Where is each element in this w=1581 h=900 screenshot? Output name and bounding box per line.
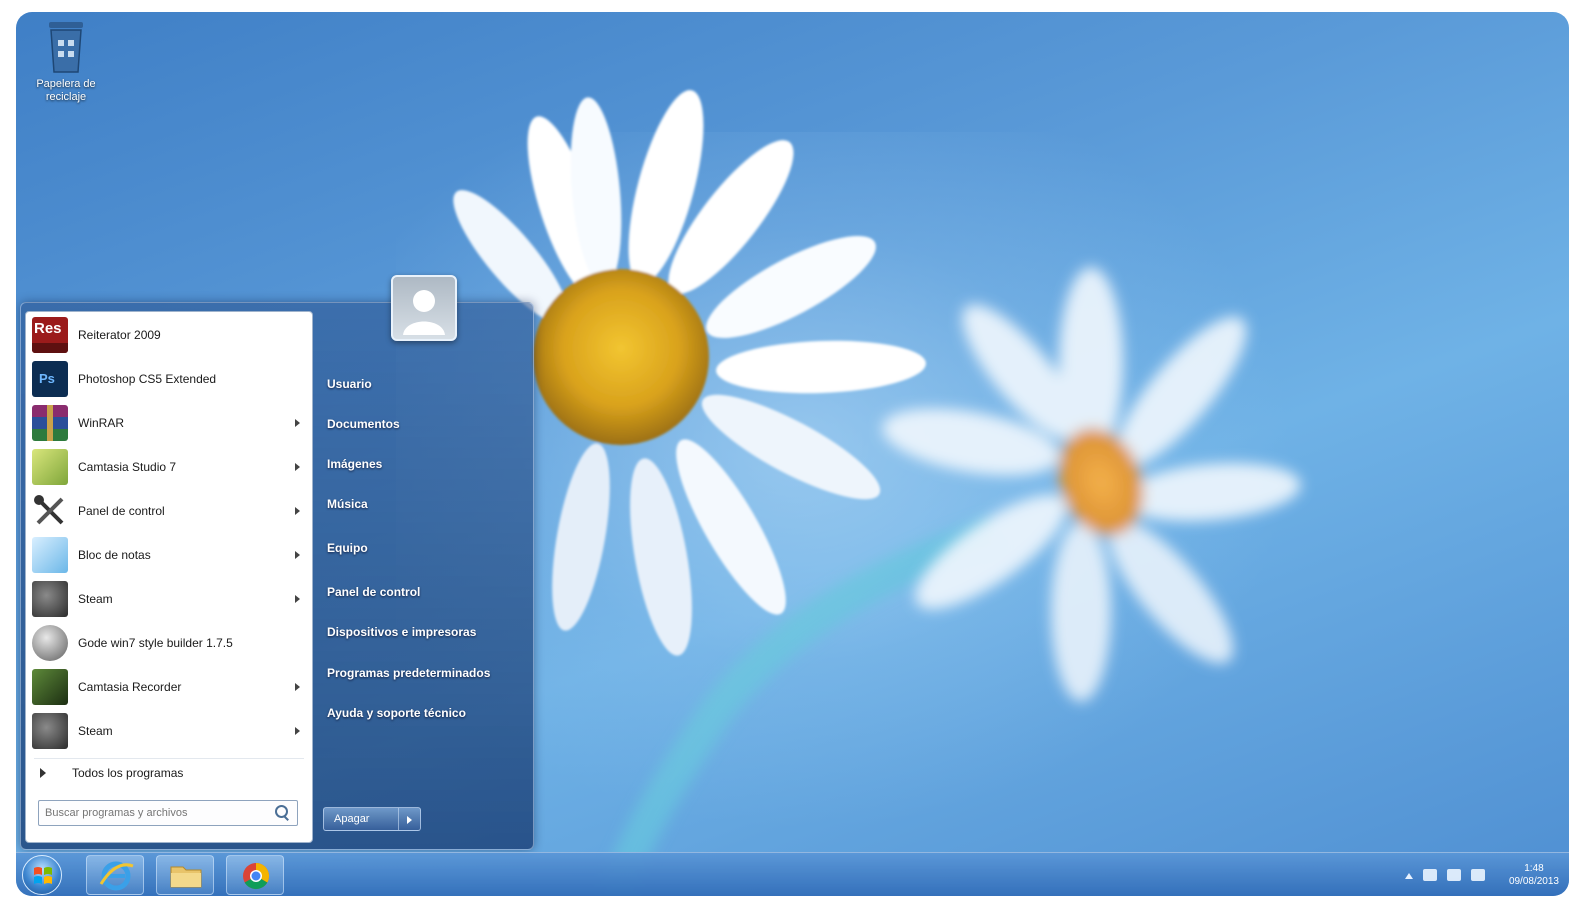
- program-label: Camtasia Studio 7: [78, 460, 177, 474]
- program-label: Panel de control: [78, 504, 165, 518]
- recycle-bin-shortcut[interactable]: Papelera de reciclaje: [26, 18, 106, 104]
- program-item[interactable]: Gode win7 style builder 1.7.5: [28, 622, 312, 664]
- clock[interactable]: 1:48 09/08/2013: [1509, 862, 1559, 888]
- program-label: Steam: [78, 592, 113, 606]
- submenu-arrow-icon: [295, 595, 300, 603]
- camtasia-studio-icon: [32, 449, 68, 485]
- program-item[interactable]: Panel de control: [28, 490, 312, 532]
- steam-icon: [32, 713, 68, 749]
- program-item[interactable]: Camtasia Studio 7: [28, 446, 312, 488]
- program-item[interactable]: Res Reiterator 2009: [28, 314, 312, 356]
- program-label: Photoshop CS5 Extended: [78, 372, 217, 386]
- all-programs-button[interactable]: Todos los programas: [34, 758, 304, 786]
- taskbar-chrome[interactable]: [226, 855, 284, 895]
- chrome-icon: [243, 862, 270, 890]
- shutdown-label: Apagar: [334, 813, 370, 825]
- program-label: WinRAR: [78, 416, 125, 430]
- right-link-documents[interactable]: Documentos: [327, 417, 400, 431]
- program-label: Bloc de notas: [78, 548, 151, 562]
- right-link-computer[interactable]: Equipo: [327, 541, 368, 555]
- program-item[interactable]: Ps Photoshop CS5 Extended: [28, 358, 312, 400]
- start-menu: Res Reiterator 2009 Ps Photoshop CS5 Ext…: [20, 275, 534, 850]
- shutdown-button[interactable]: Apagar: [323, 807, 421, 831]
- search-icon[interactable]: [271, 802, 293, 824]
- volume-icon[interactable]: [1470, 869, 1485, 881]
- submenu-arrow-icon: [295, 419, 300, 427]
- right-link-music[interactable]: Música: [327, 497, 368, 511]
- search-input[interactable]: [39, 807, 271, 819]
- notepad-icon: [32, 537, 68, 573]
- right-link-pictures[interactable]: Imágenes: [327, 457, 382, 471]
- steam-icon: [32, 581, 68, 617]
- program-label: Steam: [78, 724, 113, 738]
- recycle-bin-label: Papelera de reciclaje: [36, 78, 96, 103]
- globe-icon: [32, 625, 68, 661]
- submenu-arrow-icon: [295, 551, 300, 559]
- submenu-arrow-icon: [295, 683, 300, 691]
- taskbar: 1:48 09/08/2013: [16, 852, 1569, 896]
- program-item[interactable]: Bloc de notas: [28, 534, 312, 576]
- clock-date: 09/08/2013: [1508, 876, 1559, 887]
- program-label: Camtasia Recorder: [78, 680, 182, 694]
- programs-pane: Res Reiterator 2009 Ps Photoshop CS5 Ext…: [25, 311, 313, 843]
- winrar-icon: [32, 405, 68, 441]
- user-avatar[interactable]: [391, 275, 457, 341]
- program-item[interactable]: WinRAR: [28, 402, 312, 444]
- recycle-bin-icon: [43, 18, 89, 74]
- expand-arrow-icon: [40, 767, 46, 778]
- program-item[interactable]: Steam: [28, 578, 312, 620]
- right-link-control-panel[interactable]: Panel de control: [327, 585, 420, 599]
- photoshop-icon: Ps: [32, 361, 68, 397]
- submenu-arrow-icon: [295, 507, 300, 515]
- res-icon: Res: [32, 317, 68, 353]
- right-link-user[interactable]: Usuario: [327, 377, 372, 391]
- system-tray: 1:48 09/08/2013: [1404, 859, 1559, 891]
- submenu-arrow-icon: [295, 727, 300, 735]
- taskbar-explorer[interactable]: [156, 855, 214, 895]
- program-label: Reiterator 2009: [78, 328, 161, 342]
- submenu-arrow-icon: [295, 463, 300, 471]
- right-link-default-programs[interactable]: Programas predeterminados: [327, 666, 490, 680]
- start-button[interactable]: [22, 855, 62, 895]
- program-label: Gode win7 style builder 1.7.5: [78, 636, 233, 650]
- right-link-devices-printers[interactable]: Dispositivos e impresoras: [327, 625, 476, 639]
- search-box[interactable]: [38, 800, 298, 826]
- internet-explorer-icon: [99, 861, 134, 891]
- shutdown-options-arrow-icon[interactable]: [398, 808, 420, 830]
- right-link-help-support[interactable]: Ayuda y soporte técnico: [327, 706, 466, 720]
- taskbar-internet-explorer[interactable]: [86, 855, 144, 895]
- windows-logo-icon: [34, 867, 52, 884]
- program-item[interactable]: Steam: [28, 710, 312, 752]
- program-item[interactable]: Camtasia Recorder: [28, 666, 312, 708]
- explorer-folder-icon: [170, 866, 202, 888]
- clock-time: 1:48: [1524, 863, 1544, 874]
- show-hidden-icons-icon[interactable]: [1404, 871, 1413, 879]
- camtasia-recorder-icon: [32, 669, 68, 705]
- tools-icon: [32, 493, 68, 529]
- network-icon[interactable]: [1446, 869, 1461, 881]
- action-center-flag-icon[interactable]: [1422, 869, 1437, 881]
- desktop: Papelera de reciclaje Res Reiterator 200…: [16, 12, 1569, 896]
- all-programs-label: Todos los programas: [72, 765, 184, 780]
